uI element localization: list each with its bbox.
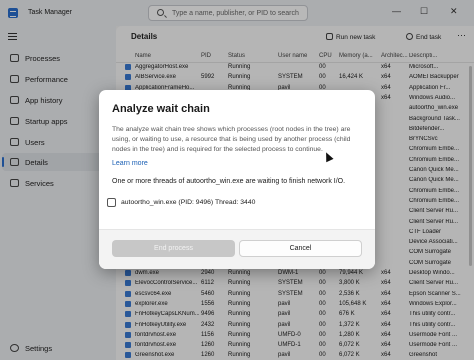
end-process-button[interactable]: End process [112, 240, 235, 257]
dialog-description: The analyze wait chain tree shows which … [112, 126, 351, 153]
learn-more-link[interactable]: Learn more [112, 160, 148, 167]
dialog-title: Analyze wait chain [112, 103, 210, 115]
analyze-wait-chain-dialog: Analyze wait chain The analyze wait chai… [99, 90, 375, 269]
thread-checkbox[interactable] [107, 198, 116, 207]
thread-label: autoortho_win.exe (PID: 9496) Thread: 34… [121, 199, 256, 206]
wait-chain-message: One or more threads of autoortho_win.exe… [112, 178, 346, 185]
dialog-footer: End process Cancel [99, 229, 375, 269]
cancel-button[interactable]: Cancel [239, 240, 362, 257]
